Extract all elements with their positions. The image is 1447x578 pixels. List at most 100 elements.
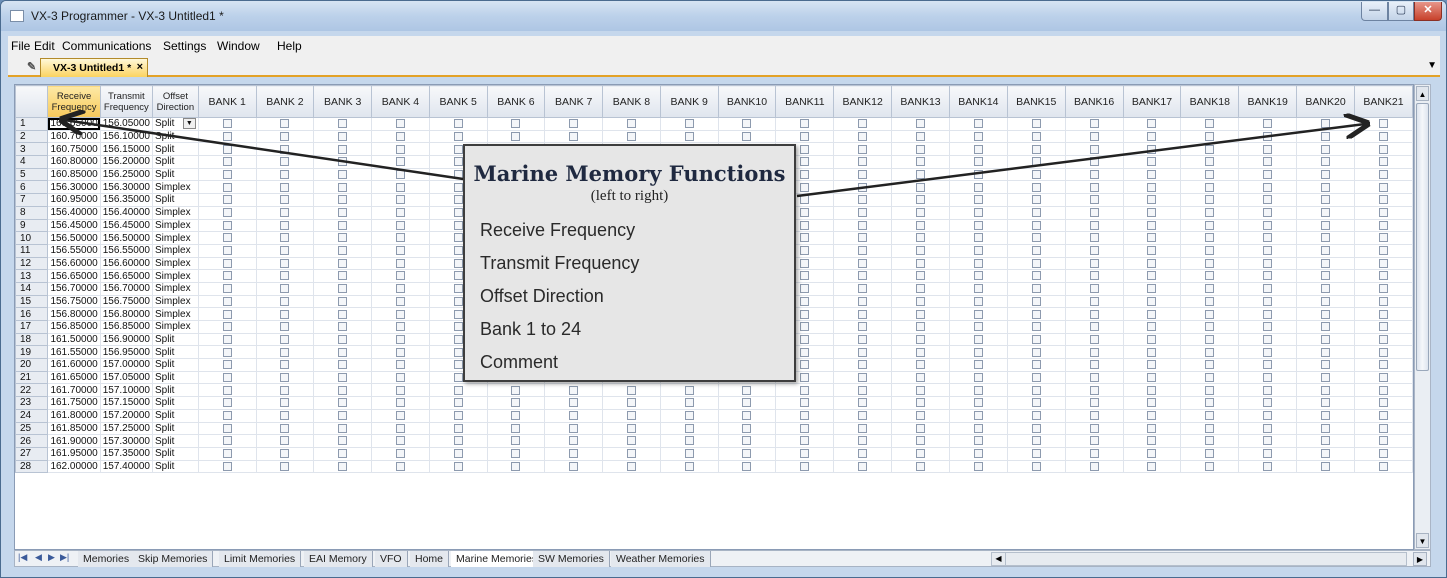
bank-checkbox[interactable] (453, 271, 463, 281)
receive-frequency-cell[interactable]: 156.30000 (47, 180, 101, 195)
receive-frequency-cell[interactable]: 161.55000 (47, 345, 101, 360)
bank-checkbox[interactable] (1205, 208, 1215, 218)
offset-direction-cell[interactable]: Split (152, 446, 199, 461)
bank-checkbox[interactable] (338, 322, 348, 332)
bank-checkbox[interactable] (1089, 372, 1099, 382)
bank-checkbox[interactable] (280, 169, 290, 179)
offset-direction-cell[interactable]: Simplex (152, 294, 199, 309)
bank-checkbox[interactable] (1378, 195, 1388, 205)
bank-checkbox[interactable] (222, 385, 232, 395)
receive-frequency-cell[interactable]: 160.85000 (47, 167, 101, 182)
bank-checkbox[interactable] (395, 411, 405, 421)
row-number[interactable]: 23 (15, 396, 49, 410)
bank-checkbox[interactable] (222, 436, 232, 446)
bank-checkbox[interactable] (511, 131, 521, 141)
bank-checkbox[interactable] (222, 182, 232, 192)
bank-checkbox[interactable] (222, 258, 232, 268)
bank-checkbox[interactable] (973, 157, 983, 167)
bank-checkbox[interactable] (684, 119, 694, 129)
offset-direction-cell[interactable]: Simplex (152, 231, 199, 245)
bank-checkbox[interactable] (973, 372, 983, 382)
bank-checkbox[interactable] (1205, 246, 1215, 256)
bank-checkbox[interactable] (338, 157, 348, 167)
bank-checkbox[interactable] (626, 119, 636, 129)
bank-checkbox[interactable] (280, 322, 290, 332)
bank-checkbox[interactable] (916, 119, 926, 129)
header-bank[interactable]: BANK15 (1006, 85, 1066, 118)
corner-header[interactable] (15, 85, 49, 118)
bank-checkbox[interactable] (973, 322, 983, 332)
bank-checkbox[interactable] (280, 423, 290, 433)
bank-checkbox[interactable] (511, 423, 521, 433)
bank-checkbox[interactable] (1089, 411, 1099, 421)
bank-checkbox[interactable] (1031, 347, 1041, 357)
bank-checkbox[interactable] (1321, 157, 1331, 167)
bank-checkbox[interactable] (395, 461, 405, 471)
bank-checkbox[interactable] (395, 322, 405, 332)
bank-checkbox[interactable] (858, 182, 868, 192)
bank-checkbox[interactable] (222, 461, 232, 471)
bank-checkbox[interactable] (1031, 372, 1041, 382)
bank-checkbox[interactable] (858, 296, 868, 306)
bank-checkbox[interactable] (338, 271, 348, 281)
transmit-frequency-cell[interactable]: 156.55000 (99, 243, 154, 258)
bank-checkbox[interactable] (1321, 258, 1331, 268)
bank-checkbox[interactable] (222, 220, 232, 230)
bank-checkbox[interactable] (1147, 157, 1157, 167)
bank-checkbox[interactable] (338, 233, 348, 243)
bank-checkbox[interactable] (453, 157, 463, 167)
bank-checkbox[interactable] (916, 246, 926, 256)
bank-checkbox[interactable] (1263, 131, 1273, 141)
close-tab-icon[interactable]: × (137, 61, 143, 73)
bank-checkbox[interactable] (1147, 144, 1157, 154)
bank-checkbox[interactable] (222, 411, 232, 421)
bank-checkbox[interactable] (338, 258, 348, 268)
header-bank[interactable]: BANK10 (717, 85, 777, 118)
bank-checkbox[interactable] (1263, 271, 1273, 281)
bank-checkbox[interactable] (453, 411, 463, 421)
receive-frequency-cell[interactable]: 160.65000 (47, 117, 101, 131)
bank-checkbox[interactable] (395, 182, 405, 192)
bank-checkbox[interactable] (1263, 398, 1273, 408)
bank-checkbox[interactable] (858, 449, 868, 459)
bank-checkbox[interactable] (1147, 169, 1157, 179)
bank-checkbox[interactable] (800, 271, 810, 281)
bank-checkbox[interactable] (742, 131, 752, 141)
offset-direction-cell[interactable]: Simplex (152, 218, 199, 233)
bank-checkbox[interactable] (453, 347, 463, 357)
bank-checkbox[interactable] (395, 246, 405, 256)
bank-checkbox[interactable] (1263, 372, 1273, 382)
receive-frequency-cell[interactable]: 156.85000 (47, 320, 101, 334)
bank-checkbox[interactable] (1205, 296, 1215, 306)
bank-checkbox[interactable] (1378, 208, 1388, 218)
bank-checkbox[interactable] (1147, 360, 1157, 370)
bank-checkbox[interactable] (1321, 360, 1331, 370)
bank-checkbox[interactable] (973, 347, 983, 357)
bank-checkbox[interactable] (800, 296, 810, 306)
bank-checkbox[interactable] (1378, 233, 1388, 243)
bank-checkbox[interactable] (1089, 347, 1099, 357)
bank-checkbox[interactable] (453, 182, 463, 192)
bank-checkbox[interactable] (280, 436, 290, 446)
bank-checkbox[interactable] (1321, 119, 1331, 129)
bank-checkbox[interactable] (626, 398, 636, 408)
bank-checkbox[interactable] (858, 157, 868, 167)
offset-direction-cell[interactable]: Split (152, 155, 199, 169)
transmit-frequency-cell[interactable]: 156.80000 (99, 307, 154, 321)
bank-checkbox[interactable] (1031, 208, 1041, 218)
bank-checkbox[interactable] (1147, 423, 1157, 433)
sheet-tab[interactable]: Home (410, 551, 450, 567)
receive-frequency-cell[interactable]: 161.80000 (47, 408, 101, 423)
bank-checkbox[interactable] (395, 258, 405, 268)
bank-checkbox[interactable] (453, 309, 463, 319)
bank-checkbox[interactable] (395, 271, 405, 281)
bank-checkbox[interactable] (1378, 372, 1388, 382)
bank-checkbox[interactable] (973, 220, 983, 230)
bank-checkbox[interactable] (280, 461, 290, 471)
bank-checkbox[interactable] (1089, 284, 1099, 294)
bank-checkbox[interactable] (280, 309, 290, 319)
dropdown-arrow-icon[interactable]: ▼ (182, 118, 196, 130)
bank-checkbox[interactable] (1147, 385, 1157, 395)
bank-checkbox[interactable] (395, 309, 405, 319)
bank-checkbox[interactable] (453, 246, 463, 256)
